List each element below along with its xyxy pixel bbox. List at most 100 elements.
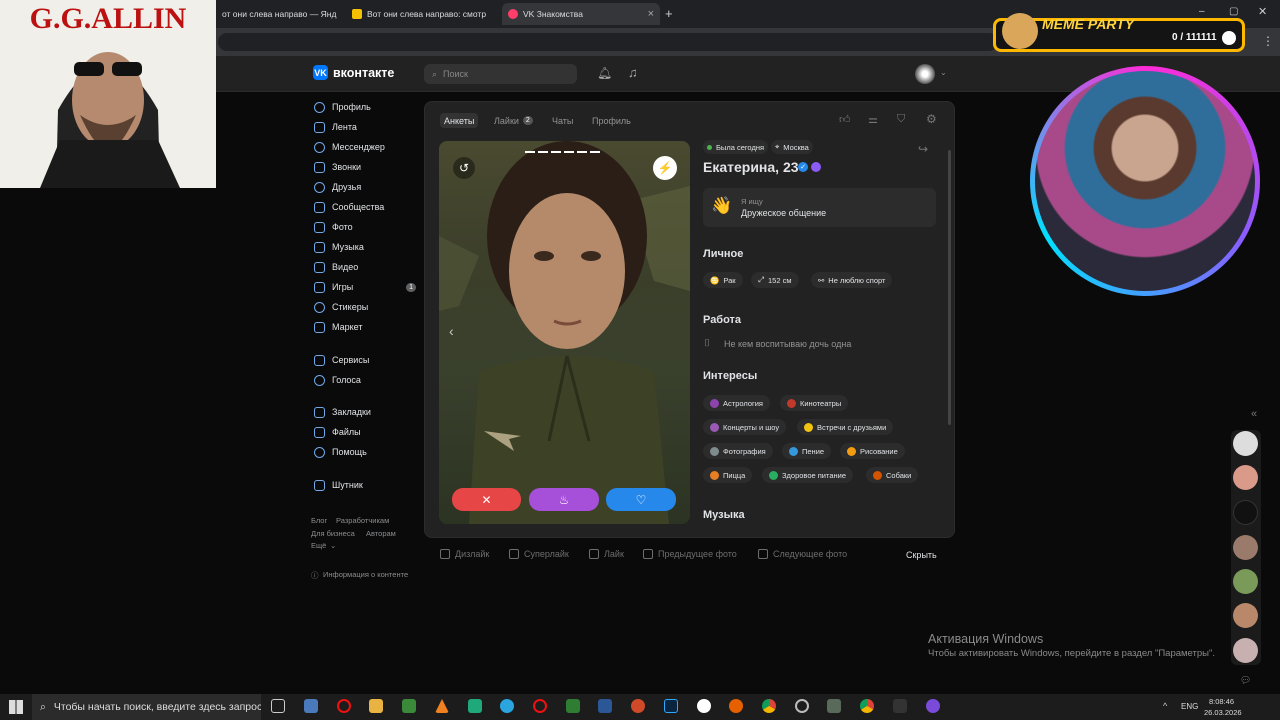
app-icon[interactable] bbox=[827, 699, 841, 713]
sidebar-item-profile[interactable]: Профиль bbox=[314, 98, 416, 116]
maximize-icon[interactable]: ▢ bbox=[1229, 6, 1238, 17]
sidebar-item-feed[interactable]: Лента bbox=[314, 118, 416, 136]
share-icon[interactable]: ↪ bbox=[918, 142, 928, 156]
footer-link-business[interactable]: Для бизнеса bbox=[311, 529, 355, 538]
telegram-icon[interactable] bbox=[500, 699, 514, 713]
sidebar-item-services[interactable]: Сервисы bbox=[314, 351, 416, 369]
word-icon[interactable] bbox=[598, 699, 612, 713]
folder-icon[interactable] bbox=[369, 699, 383, 713]
chevron-left-icon[interactable]: ‹ bbox=[449, 323, 454, 339]
boost-icon[interactable]: ⚡ bbox=[653, 156, 677, 180]
filter-icon[interactable]: ⚌ bbox=[868, 113, 878, 126]
sidebar-item-help[interactable]: Помощь bbox=[314, 443, 416, 461]
avatar[interactable] bbox=[1233, 535, 1258, 560]
sidebar-item-calls[interactable]: Звонки bbox=[314, 158, 416, 176]
sticker-icon bbox=[314, 301, 325, 313]
tab-likes[interactable]: Лайки 2 bbox=[490, 113, 537, 128]
sidebar-item-music[interactable]: Музыка bbox=[314, 238, 416, 256]
language-indicator[interactable]: ENG bbox=[1181, 702, 1198, 711]
dislike-button[interactable]: ✕ bbox=[452, 488, 521, 511]
thumbs-up-icon[interactable]: 👍︎ bbox=[839, 113, 851, 126]
firefox-icon[interactable] bbox=[729, 699, 743, 713]
new-tab-icon[interactable]: + bbox=[665, 6, 673, 21]
browser-tab[interactable]: Вот они слева направо: смотр× bbox=[346, 3, 498, 25]
tab-profile[interactable]: Профиль bbox=[588, 113, 635, 128]
opera-icon[interactable] bbox=[337, 699, 351, 713]
clock-date[interactable]: 26.03.2026 bbox=[1204, 708, 1242, 717]
avatar[interactable] bbox=[1233, 465, 1258, 490]
tab-chats[interactable]: Чаты bbox=[548, 113, 577, 128]
shield-icon[interactable]: ⛉ bbox=[897, 113, 905, 126]
avatar[interactable] bbox=[1233, 638, 1258, 663]
sidebar-item-games[interactable]: Игры 1 bbox=[314, 278, 416, 296]
browser-tab-active[interactable]: VK Знакомства × bbox=[502, 3, 660, 25]
footer-link-blog[interactable]: Блог bbox=[311, 516, 327, 525]
vk-logo[interactable]: VK вконтакте bbox=[313, 65, 394, 80]
browser-tab[interactable]: от они слева направо — Янд× bbox=[216, 3, 342, 25]
search-input[interactable]: ⌕ Поиск bbox=[424, 64, 577, 84]
bell-icon[interactable]: 🔔︎ bbox=[597, 66, 612, 80]
hint-like: Лайк bbox=[589, 549, 624, 559]
close-icon[interactable]: × bbox=[341, 8, 342, 20]
sidebar-item-app[interactable]: Шутник bbox=[314, 476, 416, 494]
footer-link-more[interactable]: Ещё bbox=[311, 541, 326, 550]
app-icon[interactable] bbox=[631, 699, 645, 713]
sidebar-item-market[interactable]: Маркет bbox=[314, 318, 416, 336]
yandex-icon[interactable] bbox=[697, 699, 711, 713]
app-icon[interactable] bbox=[468, 699, 482, 713]
sidebar-item-stickers[interactable]: Стикеры bbox=[314, 298, 416, 316]
photoshop-icon[interactable] bbox=[664, 699, 678, 713]
footer-link-info[interactable]: Информация о контенте bbox=[323, 570, 408, 579]
chevron-up-icon[interactable]: ^ bbox=[1163, 701, 1167, 711]
likes-count-badge: 2 bbox=[522, 116, 533, 125]
address-bar[interactable] bbox=[218, 33, 998, 51]
gear-icon[interactable]: ⚙ bbox=[926, 112, 937, 126]
taskbar-search[interactable]: ⌕ Чтобы начать поиск, введите здесь запр… bbox=[32, 694, 261, 720]
sidebar-item-bookmarks[interactable]: Закладки bbox=[314, 403, 416, 421]
chrome-icon[interactable] bbox=[762, 699, 776, 713]
app-icon[interactable] bbox=[926, 699, 940, 713]
tab-profiles[interactable]: Анкеты bbox=[440, 113, 479, 128]
avatar[interactable] bbox=[1233, 500, 1258, 525]
scrollbar[interactable] bbox=[948, 150, 951, 425]
sidebar-item-video[interactable]: Видео bbox=[314, 258, 416, 276]
hide-button[interactable]: Скрыть bbox=[906, 550, 937, 560]
windows-start-icon[interactable] bbox=[9, 700, 23, 714]
avatar[interactable] bbox=[1233, 603, 1258, 628]
superlike-button[interactable]: ♨ bbox=[529, 488, 599, 511]
double-chevron-left-icon[interactable]: « bbox=[1251, 408, 1257, 420]
app-icon[interactable] bbox=[566, 699, 580, 713]
avatar[interactable] bbox=[915, 64, 935, 84]
chevron-down-icon[interactable]: ⌄ bbox=[940, 68, 947, 77]
sidebar-item-files[interactable]: Файлы bbox=[314, 423, 416, 441]
task-view-icon[interactable] bbox=[271, 699, 285, 713]
minimize-icon[interactable]: – bbox=[1199, 6, 1205, 17]
sidebar-item-votes[interactable]: Голоса bbox=[314, 371, 416, 389]
footer-link-authors[interactable]: Авторам bbox=[366, 529, 396, 538]
vk-dating-icon bbox=[508, 9, 518, 19]
clock-time[interactable]: 8:08:46 bbox=[1209, 697, 1234, 706]
close-window-icon[interactable]: ✕ bbox=[1258, 5, 1267, 18]
avatar[interactable] bbox=[1233, 569, 1258, 594]
footer-link-developers[interactable]: Разработчикам bbox=[336, 516, 389, 525]
app-icon[interactable] bbox=[402, 699, 416, 713]
menu-icon[interactable]: ⋮ bbox=[1262, 34, 1274, 48]
app-icon[interactable] bbox=[893, 699, 907, 713]
chrome-icon[interactable] bbox=[860, 699, 874, 713]
profile-photo[interactable]: ↺ ⚡ ‹ bbox=[439, 141, 690, 524]
user-icon bbox=[314, 101, 325, 113]
close-icon[interactable]: × bbox=[642, 8, 654, 20]
chat-icon[interactable]: 💬︎ bbox=[1240, 675, 1251, 686]
close-icon[interactable]: × bbox=[491, 8, 498, 20]
sidebar-item-communities[interactable]: Сообщества bbox=[314, 198, 416, 216]
music-icon[interactable]: ♫ bbox=[628, 65, 638, 80]
sidebar-item-messenger[interactable]: Мессенджер bbox=[314, 138, 416, 156]
like-button[interactable]: ♡ bbox=[606, 488, 676, 511]
undo-icon[interactable]: ↺ bbox=[453, 157, 475, 179]
sidebar-item-photos[interactable]: Фото bbox=[314, 218, 416, 236]
app-icon[interactable] bbox=[304, 699, 318, 713]
avatar[interactable] bbox=[1233, 431, 1258, 456]
sidebar-item-friends[interactable]: Друзья bbox=[314, 178, 416, 196]
obs-icon[interactable] bbox=[795, 699, 809, 713]
opera-gx-icon[interactable] bbox=[533, 699, 547, 713]
